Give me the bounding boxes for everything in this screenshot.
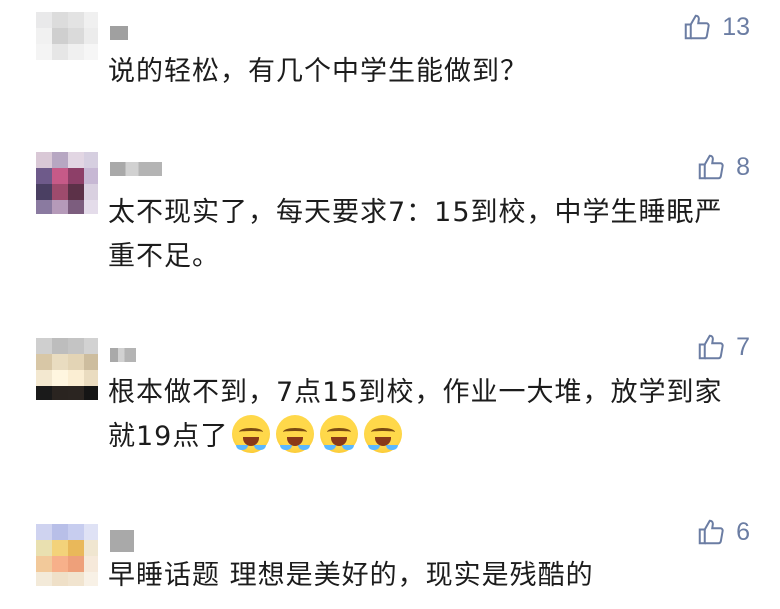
nickname-blurred[interactable] [110,26,128,40]
nickname-blurred[interactable] [110,530,134,552]
emoji-group [232,415,408,453]
nickname-blurred[interactable] [110,348,136,362]
comment-text: 太不现实了，每天要求7：15到校，中学生睡眠严重不足。 [108,197,723,272]
avatar[interactable] [36,12,98,74]
avatar[interactable] [36,524,98,586]
comment-text: 说的轻松，有几个中学生能做到？ [108,56,528,87]
like-button[interactable]: 7 [696,332,750,362]
like-button[interactable]: 8 [696,152,750,182]
nickname-blurred[interactable] [110,162,162,176]
like-count: 8 [736,152,750,181]
thumbs-up-icon [684,14,710,40]
comment-text-body: 根本做不到，7点15到校，作业一大堆，放学到家就19点了 [108,377,723,452]
like-button[interactable]: 13 [682,12,750,42]
avatar[interactable] [36,152,98,214]
like-count: 6 [736,517,750,546]
thumbs-up-icon [698,519,724,545]
comment-text: 根本做不到，7点15到校，作业一大堆，放学到家就19点了 [108,371,748,459]
crying-face-icon [276,415,315,453]
like-count: 13 [722,12,750,41]
avatar[interactable] [36,338,98,400]
like-count: 7 [736,332,750,361]
thumbs-up-icon [698,154,724,180]
crying-face-icon [364,415,403,453]
crying-face-icon [320,415,359,453]
thumbs-up-icon [698,334,724,360]
crying-face-icon [232,415,271,453]
like-button[interactable]: 6 [696,517,750,547]
comment-text: 早睡话题 理想是美好的，现实是残酷的 [108,560,594,591]
